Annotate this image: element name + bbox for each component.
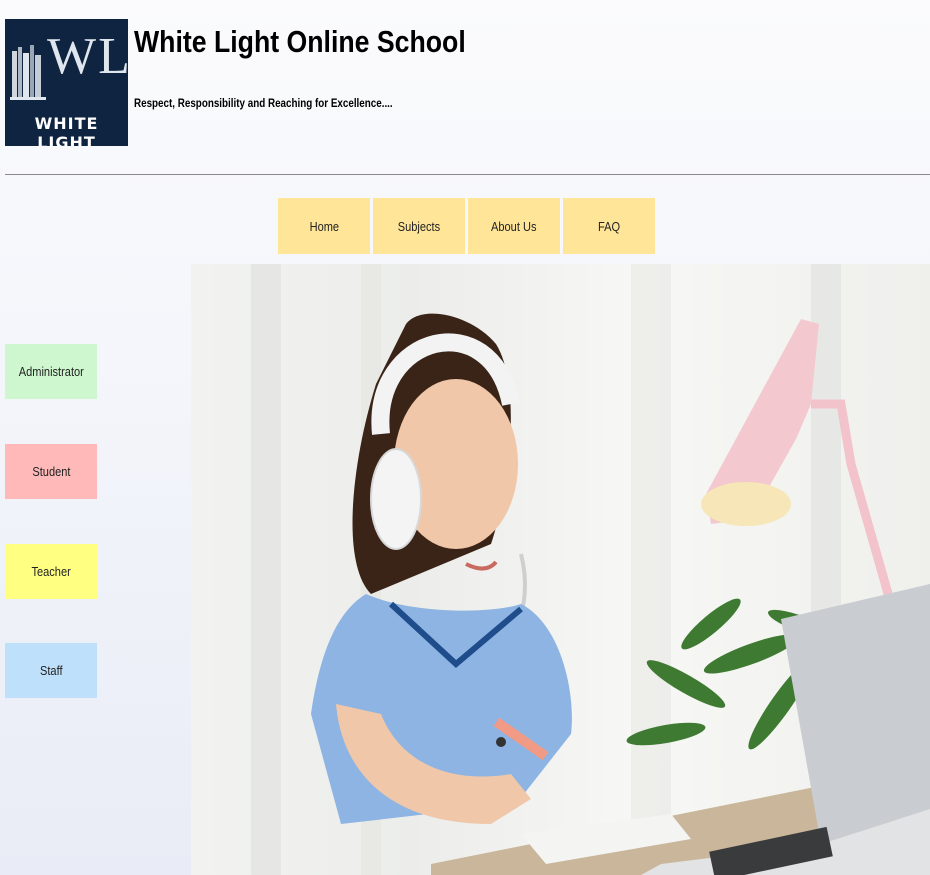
sidebar-staff-label: Staff xyxy=(39,663,63,678)
school-logo: WL WHITE LIGHT xyxy=(5,19,128,146)
nav-home-label: Home xyxy=(309,218,339,234)
hero-illustration xyxy=(251,264,930,875)
sidebar-administrator-label: Administrator xyxy=(18,364,84,379)
header-divider xyxy=(5,174,930,175)
nav-home[interactable]: Home xyxy=(278,198,370,254)
sidebar-student-label: Student xyxy=(31,464,71,479)
main-nav: Home Subjects About Us FAQ xyxy=(278,198,655,254)
sidebar-student-button[interactable]: Student xyxy=(5,444,97,499)
sidebar-teacher-label: Teacher xyxy=(31,564,71,579)
site-title: White Light Online School xyxy=(134,24,466,59)
site-tagline: Respect, Responsibility and Reaching for… xyxy=(134,96,393,110)
logo-monogram: WL xyxy=(47,28,128,85)
sidebar-teacher-button[interactable]: Teacher xyxy=(5,544,97,599)
nav-subjects[interactable]: Subjects xyxy=(373,198,465,254)
nav-faq[interactable]: FAQ xyxy=(563,198,655,254)
books-icon xyxy=(10,45,46,100)
sidebar-administrator-button[interactable]: Administrator xyxy=(5,344,97,399)
nav-about-us[interactable]: About Us xyxy=(468,198,560,254)
hero-image xyxy=(191,264,930,875)
nav-faq-label: FAQ xyxy=(597,218,621,234)
nav-subjects-label: Subjects xyxy=(397,218,441,234)
nav-about-us-label: About Us xyxy=(491,218,537,234)
logo-wordmark: WHITE LIGHT xyxy=(34,114,99,146)
sidebar-staff-button[interactable]: Staff xyxy=(5,643,97,698)
